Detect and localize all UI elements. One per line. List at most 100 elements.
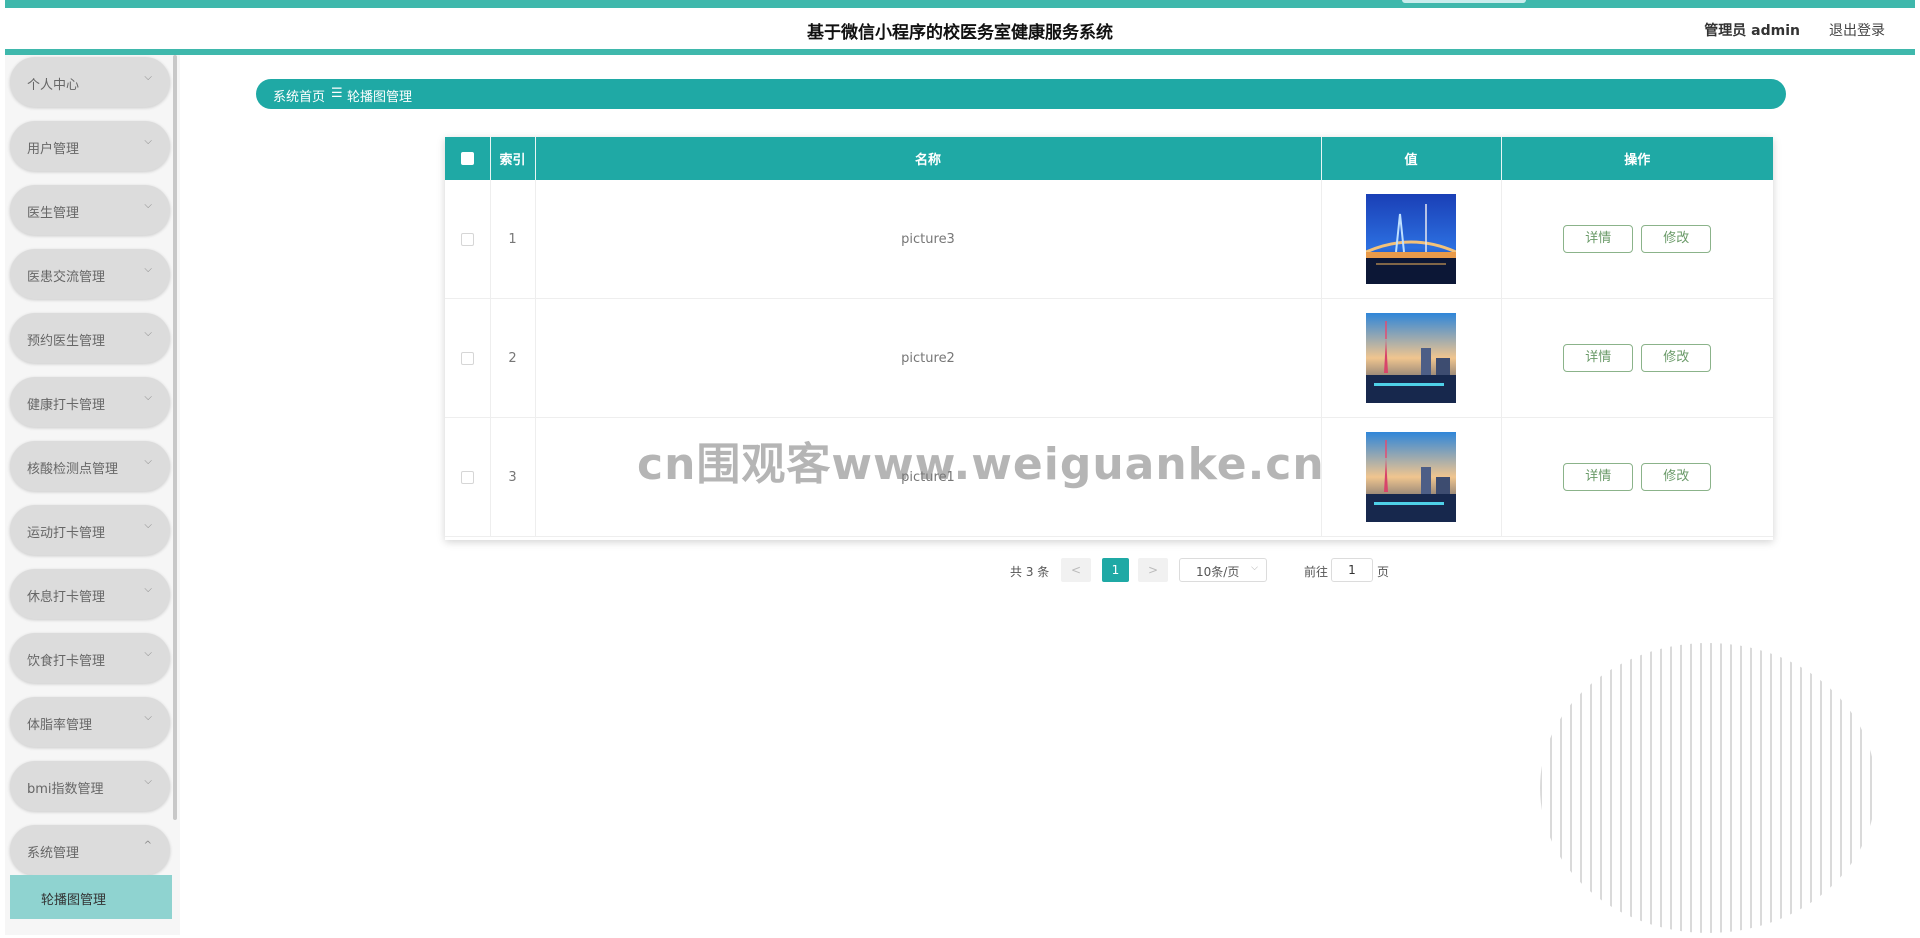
sidebar-item-consultation-management[interactable]: 医患交流管理 ⌵ (10, 249, 170, 299)
pagination-prev-button[interactable]: < (1061, 558, 1091, 582)
row-index: 1 (490, 180, 536, 299)
sidebar-item-label: 饮食打卡管理 (27, 654, 106, 669)
city-tower-sunset-thumbnail (1366, 432, 1456, 522)
row-name: picture3 (535, 180, 1322, 299)
sidebar-item-label: 系统管理 (27, 846, 80, 861)
chevron-up-icon: ^ (143, 840, 152, 851)
top-accent-bar (5, 0, 1915, 8)
row-checkbox[interactable] (460, 232, 474, 246)
row-value-cell (1321, 298, 1502, 418)
row-actions: 详情 修改 (1501, 180, 1773, 299)
row-value-cell (1321, 417, 1502, 537)
sidebar-item-health-checkin[interactable]: 健康打卡管理 ⌵ (10, 377, 170, 427)
chevron-down-icon: ⌵ (144, 328, 152, 339)
column-header-actions: 操作 (1501, 137, 1773, 180)
row-index: 2 (490, 298, 536, 418)
chevron-down-icon: ⌵ (144, 648, 152, 659)
sidebar-subitem-carousel[interactable]: 轮播图管理 (10, 875, 172, 919)
goto-page-input[interactable] (1331, 558, 1373, 582)
sidebar-item-body-fat[interactable]: 体脂率管理 ⌵ (10, 697, 170, 747)
page-size-value: 10条/页 (1196, 565, 1240, 579)
row-actions: 详情 修改 (1501, 298, 1773, 418)
sidebar-item-system-management[interactable]: 系统管理 ^ (10, 825, 170, 875)
logout-link[interactable]: 退出登录 (1829, 20, 1885, 40)
row-index: 3 (490, 417, 536, 537)
city-tower-sunset-thumbnail (1366, 313, 1456, 403)
sidebar-item-label: 核酸检测点管理 (27, 462, 119, 477)
sidebar-item-label: 医生管理 (27, 206, 80, 221)
table-row: 2 picture2 详情 修改 (445, 298, 1773, 418)
chevron-down-icon: ⌵ (144, 584, 152, 595)
column-header-index: 索引 (490, 137, 536, 180)
sidebar-item-exercise-checkin[interactable]: 运动打卡管理 ⌵ (10, 505, 170, 555)
row-select-cell (445, 180, 491, 299)
pagination-next-button[interactable]: > (1138, 558, 1168, 582)
sidebar-item-diet-checkin[interactable]: 饮食打卡管理 ⌵ (10, 633, 170, 683)
edit-button[interactable]: 修改 (1641, 225, 1712, 253)
chevron-down-icon: ⌵ (144, 712, 152, 723)
top-indicator (1402, 0, 1526, 3)
sidebar-item-label: 用户管理 (27, 142, 80, 157)
sidebar: 个人中心 ⌵ 用户管理 ⌵ 医生管理 ⌵ 医患交流管理 ⌵ 预约医生管理 ⌵ 健康打卡管理… (5, 55, 180, 935)
detail-button[interactable]: 详情 (1563, 344, 1634, 372)
breadcrumb: 系统首页 ☰ 轮播图管理 (256, 79, 1786, 109)
page-title: 基于微信小程序的校医务室健康服务系统 (807, 23, 1113, 43)
page-size-select[interactable]: 10条/页 ⌵ (1179, 558, 1267, 582)
sidebar-scrollbar[interactable] (173, 55, 177, 820)
header: 基于微信小程序的校医务室健康服务系统 管理员 admin 退出登录 (5, 8, 1915, 55)
pagination-total: 共 3 条 (1010, 565, 1050, 579)
row-select-cell (445, 417, 491, 537)
chevron-down-icon: ⌵ (144, 264, 152, 275)
decorative-stripe-circle (1540, 643, 1876, 933)
chevron-down-icon: ⌵ (144, 200, 152, 211)
sidebar-item-label: bmi指数管理 (27, 782, 104, 797)
watermark: cn围观客www.weiguanke.cn (637, 439, 1325, 490)
sidebar-item-label: 休息打卡管理 (27, 590, 106, 605)
breadcrumb-separator-icon: ☰ (331, 86, 343, 101)
chevron-down-icon: ⌵ (1251, 563, 1258, 573)
chevron-down-icon: ⌵ (144, 520, 152, 531)
column-header-name: 名称 (535, 137, 1322, 180)
goto-suffix: 页 (1377, 565, 1390, 579)
select-all-checkbox[interactable] (460, 152, 474, 165)
sidebar-subitem-label: 轮播图管理 (41, 893, 107, 908)
row-select-cell (445, 298, 491, 418)
table-header-row: 索引 名称 值 操作 (445, 137, 1773, 180)
sidebar-item-label: 健康打卡管理 (27, 398, 106, 413)
sidebar-item-label: 个人中心 (27, 78, 80, 93)
sidebar-item-rest-checkin[interactable]: 休息打卡管理 ⌵ (10, 569, 170, 619)
detail-button[interactable]: 详情 (1563, 225, 1634, 253)
sidebar-item-label: 体脂率管理 (27, 718, 93, 733)
row-checkbox[interactable] (460, 351, 474, 365)
sidebar-item-user-management[interactable]: 用户管理 ⌵ (10, 121, 170, 171)
select-all-header (445, 137, 491, 180)
chevron-down-icon: ⌵ (144, 456, 152, 467)
edit-button[interactable]: 修改 (1641, 463, 1712, 491)
table-row: 1 picture3 详情 修改 (445, 180, 1773, 299)
sidebar-item-label: 运动打卡管理 (27, 526, 106, 541)
bridge-night-fountain-thumbnail (1366, 194, 1456, 284)
edit-button[interactable]: 修改 (1641, 344, 1712, 372)
breadcrumb-home[interactable]: 系统首页 (273, 86, 325, 105)
current-user: 管理员 admin (1704, 23, 1800, 39)
chevron-down-icon: ⌵ (144, 392, 152, 403)
chevron-down-icon: ⌵ (144, 72, 152, 83)
detail-button[interactable]: 详情 (1563, 463, 1634, 491)
goto-prefix: 前往 (1304, 565, 1329, 579)
sidebar-item-doctor-management[interactable]: 医生管理 ⌵ (10, 185, 170, 235)
sidebar-item-bmi[interactable]: bmi指数管理 ⌵ (10, 761, 170, 811)
row-value-cell (1321, 180, 1502, 299)
pagination-current-page[interactable]: 1 (1102, 558, 1129, 582)
chevron-down-icon: ⌵ (144, 136, 152, 147)
chevron-down-icon: ⌵ (144, 776, 152, 787)
column-header-value: 值 (1321, 137, 1502, 180)
row-name: picture2 (535, 298, 1322, 418)
sidebar-item-test-point-management[interactable]: 核酸检测点管理 ⌵ (10, 441, 170, 491)
breadcrumb-current: 轮播图管理 (347, 90, 413, 105)
sidebar-item-label: 医患交流管理 (27, 270, 106, 285)
sidebar-item-appointment-management[interactable]: 预约医生管理 ⌵ (10, 313, 170, 363)
row-checkbox[interactable] (460, 470, 474, 484)
row-actions: 详情 修改 (1501, 417, 1773, 537)
sidebar-item-personal-center[interactable]: 个人中心 ⌵ (10, 57, 170, 107)
sidebar-item-label: 预约医生管理 (27, 334, 106, 349)
